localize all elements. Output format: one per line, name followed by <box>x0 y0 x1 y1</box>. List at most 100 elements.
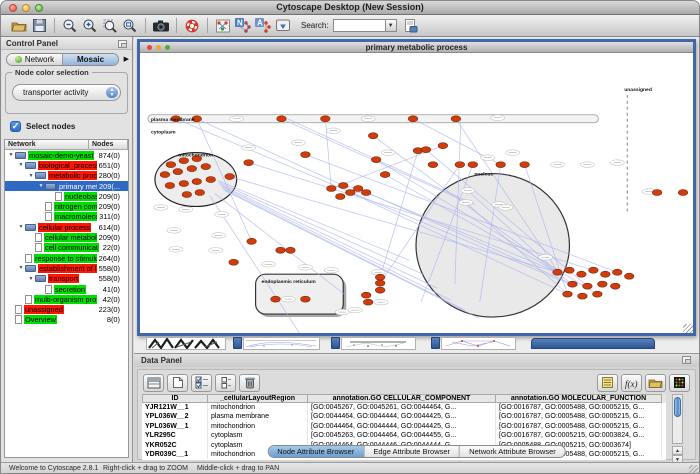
tree-row-mosaic-demo-yeast[interactable]: ▼mosaic-demo-yeast874(0) <box>5 150 128 160</box>
tab-network-attribute-browser[interactable]: Network Attribute Browser <box>460 446 565 457</box>
window-titlebar[interactable]: Cytoscape Desktop (New Session) <box>1 1 699 15</box>
maximize-button[interactable] <box>35 4 43 12</box>
tab-network[interactable]: Network <box>7 54 63 65</box>
tree-row-secretion[interactable]: secretion41(0) <box>5 284 128 294</box>
graph-node[interactable] <box>368 133 378 139</box>
float-panel-icon[interactable] <box>682 356 691 364</box>
zoom-fit-content-button[interactable] <box>120 16 140 35</box>
import-attribute-file-button[interactable] <box>645 374 666 392</box>
minimized-window-thumbnail[interactable] <box>441 337 516 350</box>
graph-node[interactable] <box>428 162 438 168</box>
graph-node[interactable] <box>375 287 385 293</box>
tree-row-cellular-metabol[interactable]: cellular metabol209(0) <box>5 232 128 242</box>
graph-node[interactable] <box>578 293 588 299</box>
zoom-selected-region-button[interactable] <box>100 16 120 35</box>
enhanced-search-config-button[interactable] <box>401 16 421 35</box>
window-resize-grip[interactable] <box>683 324 693 333</box>
attribute-table-button[interactable] <box>143 374 164 392</box>
import-network-button[interactable]: N <box>233 16 253 35</box>
graph-node[interactable] <box>338 183 348 189</box>
tab-edge-attribute-browser[interactable]: Edge Attribute Browser <box>364 446 460 457</box>
formula-builder-button[interactable]: f(x) <box>621 374 642 392</box>
minimized-window-icon[interactable] <box>331 337 340 349</box>
graph-node[interactable] <box>244 160 254 166</box>
help-button[interactable] <box>182 16 202 35</box>
graph-node[interactable] <box>652 190 662 196</box>
graph-node[interactable] <box>345 190 355 196</box>
save-session-button[interactable] <box>29 16 49 35</box>
graph-node[interactable] <box>353 186 363 192</box>
graph-node[interactable] <box>468 162 478 168</box>
graph-node[interactable] <box>195 190 205 196</box>
graph-node[interactable] <box>624 273 634 279</box>
tree-row-response-to-stimulu[interactable]: response to stimulu264(0) <box>5 253 128 263</box>
matrix-editor-button[interactable] <box>597 374 618 392</box>
graph-node[interactable] <box>612 269 622 275</box>
table-row-ypl036w-1[interactable]: YPL036W__1mitochondrion[GO:0044464, GO:0… <box>142 422 666 431</box>
table-row-ypl036w-2[interactable]: YPL036W__2plasma membrane[GO:0044464, GO… <box>142 412 666 421</box>
scroll-up-button[interactable]: ▲ <box>672 446 683 455</box>
disclosure-triangle-icon[interactable]: ▼ <box>37 183 45 189</box>
tab-overflow-arrow-icon[interactable]: ▶ <box>124 56 129 63</box>
graph-node[interactable] <box>192 179 202 185</box>
tree-row-nucleobase[interactable]: nucleobase-209(0) <box>5 191 128 201</box>
graph-node[interactable] <box>598 281 608 287</box>
scrollbar-thumb[interactable] <box>674 397 681 417</box>
zoom-in-button[interactable] <box>80 16 100 35</box>
graph-node[interactable] <box>496 162 506 168</box>
table-row-yjr121w-1[interactable]: YJR121W__1mitochondrion[GO:0045267, GO:0… <box>142 403 666 412</box>
graph-node[interactable] <box>229 259 239 265</box>
graph-node[interactable] <box>593 291 603 297</box>
unselect-attributes-button[interactable] <box>215 374 236 392</box>
tab-node-attribute-browser[interactable]: Node Attribute Browser <box>268 446 364 457</box>
column-header-annotation-go-molecular-function[interactable]: annotation.GO MOLECULAR_FUNCTION <box>496 394 662 403</box>
tree-row-unassigned[interactable]: unassigned223(0) <box>5 304 128 314</box>
close-button[interactable] <box>147 45 152 50</box>
graph-node[interactable] <box>438 143 448 149</box>
graph-node[interactable] <box>165 183 175 189</box>
table-scrollbar[interactable] <box>672 394 683 444</box>
graph-node[interactable] <box>678 190 688 196</box>
graph-node[interactable] <box>363 299 373 305</box>
minimize-button[interactable] <box>156 45 161 50</box>
graph-node[interactable] <box>563 291 573 297</box>
select-attributes-button[interactable] <box>191 374 212 392</box>
graph-node[interactable] <box>182 192 192 198</box>
tree-row-cell-communicat[interactable]: cell communicat22(0) <box>5 243 128 253</box>
graph-node[interactable] <box>421 147 431 153</box>
minimized-window-thumbnail[interactable] <box>146 337 226 350</box>
disclosure-triangle-icon[interactable]: ▼ <box>27 173 35 179</box>
tree-row-multi-organism-pro[interactable]: multi-organism pro42(0) <box>5 294 128 304</box>
app-resize-grip[interactable] <box>689 465 698 474</box>
annotation-palette-button[interactable] <box>273 16 293 35</box>
tree-row-macromolecule[interactable]: macromolecule311(0) <box>5 212 128 222</box>
network-view-window[interactable]: primary metabolic process plasma membran… <box>137 39 696 336</box>
minimized-window-icon[interactable] <box>233 337 242 349</box>
column-header-cellularlayoutregion[interactable]: _cellularLayoutRegion <box>208 394 308 403</box>
table-row-ylr295c[interactable]: YLR295Ccytoplasm[GO:0045263, GO:0044464,… <box>142 431 666 440</box>
node-color-dropdown[interactable]: transporter activity ▲▼ <box>12 84 121 101</box>
graph-node[interactable] <box>520 162 530 168</box>
graph-node[interactable] <box>335 193 345 199</box>
tab-mosaic[interactable]: Mosaic <box>63 54 118 65</box>
graph-node[interactable] <box>225 174 235 180</box>
graph-node[interactable] <box>206 177 216 183</box>
graph-node[interactable] <box>173 169 183 175</box>
graph-node[interactable] <box>160 172 170 178</box>
graph-node[interactable] <box>271 296 281 302</box>
graph-node[interactable] <box>568 281 578 287</box>
export-snapshot-button[interactable] <box>151 16 171 35</box>
tree-row-transport[interactable]: ▼transport558(0) <box>5 274 128 284</box>
tree-row-primary-metabo[interactable]: ▼primary metabo209(... <box>5 181 128 191</box>
graph-node[interactable] <box>286 247 296 253</box>
select-nodes-checkbox[interactable]: ✓ <box>10 121 21 132</box>
open-session-button[interactable] <box>9 16 29 35</box>
graph-node[interactable] <box>577 271 587 277</box>
maximize-button[interactable] <box>165 45 170 50</box>
column-header-annotation-go-cellular-component[interactable]: annotation.GO CELLULAR_COMPONENT <box>308 394 496 403</box>
disclosure-triangle-icon[interactable]: ▼ <box>27 276 35 282</box>
graph-node[interactable] <box>179 181 189 187</box>
disclosure-triangle-icon[interactable]: ▼ <box>7 152 15 158</box>
disclosure-triangle-icon[interactable]: ▼ <box>17 162 25 168</box>
graph-node[interactable] <box>166 162 176 168</box>
